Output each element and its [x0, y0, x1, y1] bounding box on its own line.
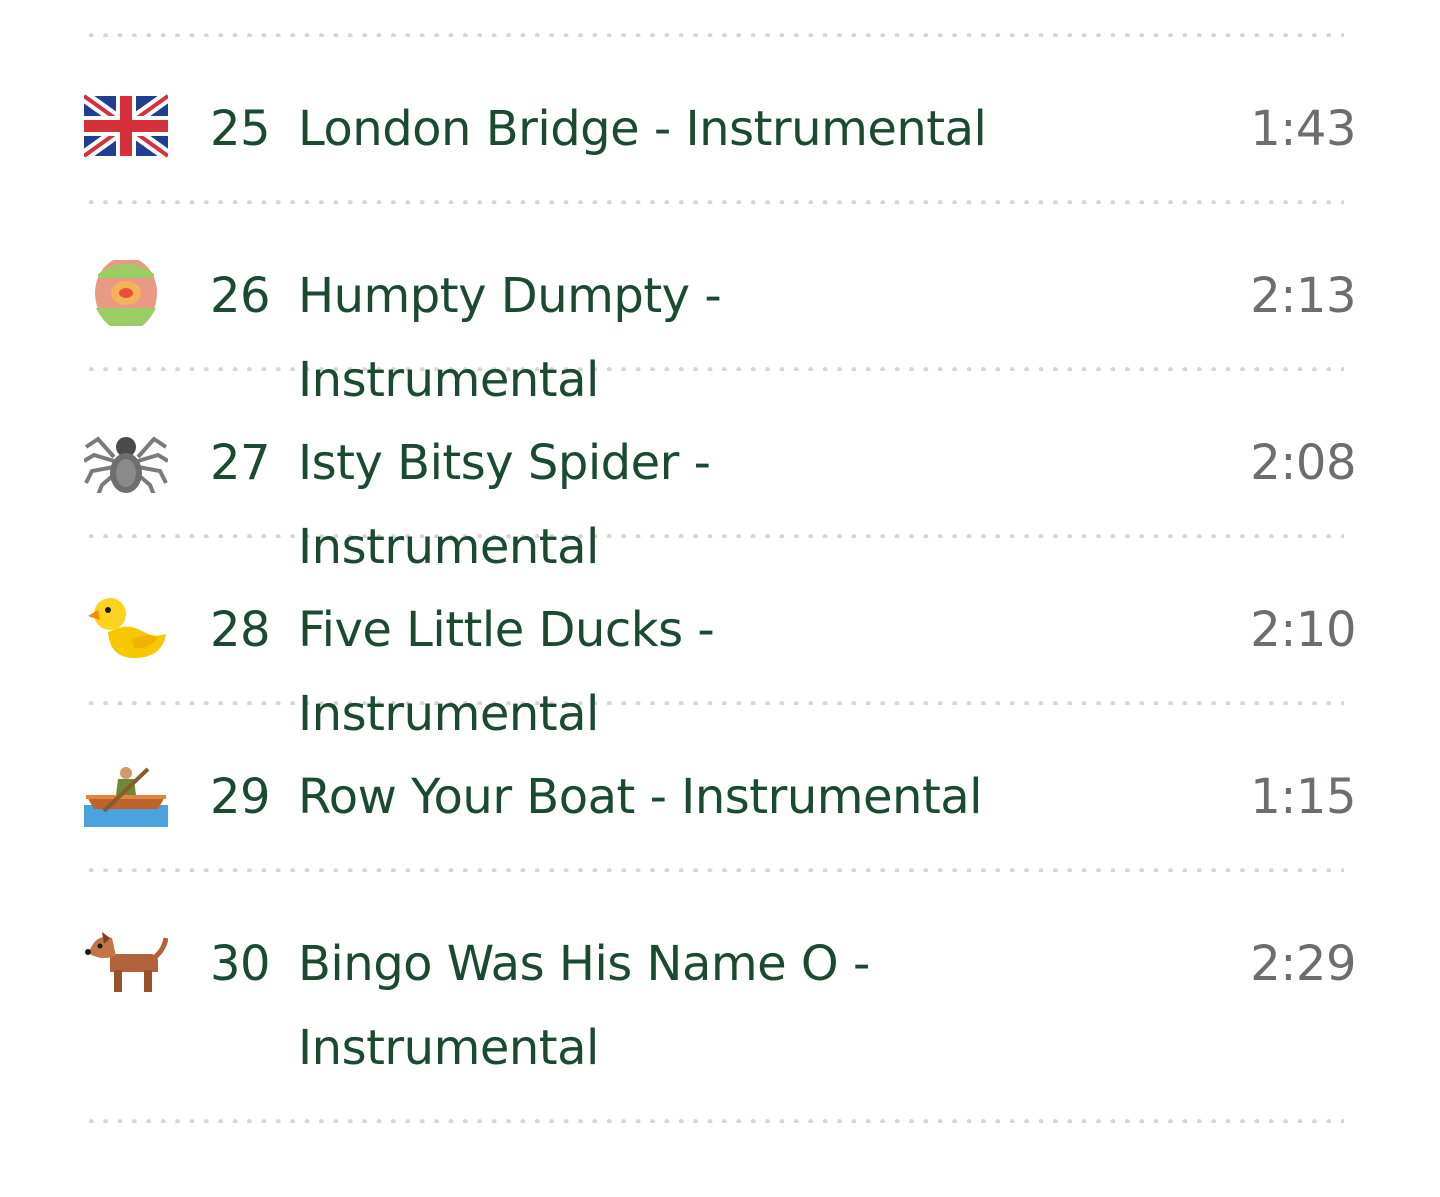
track-duration: 2:10 [1250, 602, 1356, 658]
track-list: 25 London Bridge - Instrumental 1:43 26 … [84, 33, 1356, 1123]
track-duration: 1:15 [1250, 769, 1356, 825]
spider-icon [84, 427, 168, 493]
track-duration: 2:08 [1250, 435, 1356, 491]
egg-icon [84, 260, 168, 326]
divider [84, 1119, 1344, 1123]
track-title: Row Your Boat - Instrumental [298, 769, 983, 825]
dog-icon [84, 928, 168, 994]
track-number: 30 [210, 936, 271, 992]
track-row[interactable]: 28 Five Little Ducks - Instrumental 2:10 [84, 538, 1356, 742]
track-title: Bingo Was His Name O - Instrumental [298, 936, 870, 1076]
track-row[interactable]: 25 London Bridge - Instrumental 1:43 [84, 37, 1356, 200]
track-row[interactable]: 30 Bingo Was His Name O - Instrumental 2… [84, 872, 1356, 1119]
track-title: London Bridge - Instrumental [298, 101, 987, 157]
track-duration: 2:29 [1250, 936, 1356, 992]
track-number: 25 [210, 101, 271, 157]
track-row[interactable]: 29 Row Your Boat - Instrumental 1:15 [84, 705, 1356, 868]
track-row[interactable]: 27 Isty Bitsy Spider - Instrumental 2:08 [84, 371, 1356, 575]
track-number: 26 [210, 268, 271, 324]
track-duration: 1:43 [1250, 101, 1356, 157]
track-number: 28 [210, 602, 271, 658]
duck-icon [84, 594, 168, 660]
uk-flag-icon [84, 93, 168, 159]
track-row[interactable]: 26 Humpty Dumpty - Instrumental 2:13 [84, 204, 1356, 408]
track-duration: 2:13 [1250, 268, 1356, 324]
track-number: 29 [210, 769, 271, 825]
track-number: 27 [210, 435, 271, 491]
rowboat-icon [84, 761, 168, 827]
